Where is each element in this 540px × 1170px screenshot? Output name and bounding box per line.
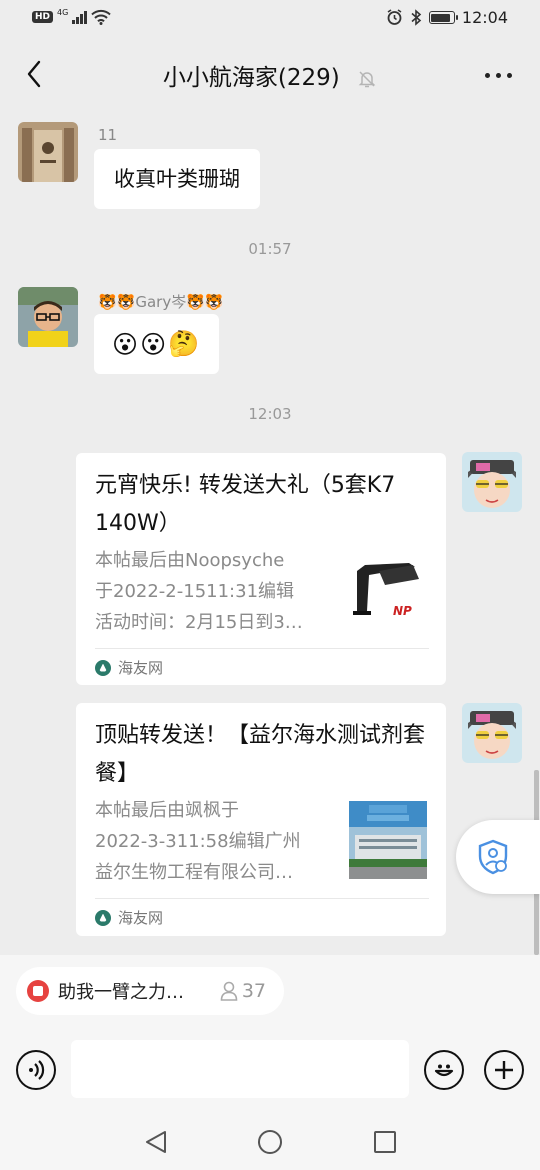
- voice-button[interactable]: [16, 1050, 56, 1090]
- person-icon: [220, 981, 238, 1001]
- sender-name: 11: [98, 126, 118, 144]
- voice-icon: [29, 1060, 45, 1080]
- bluetooth-icon: [411, 9, 422, 26]
- shield-icon: [478, 839, 508, 875]
- avatar-image: [18, 122, 78, 182]
- plus-button[interactable]: [484, 1050, 524, 1090]
- chat-title-wrap: 小小航海家(229): [0, 58, 540, 92]
- my-avatar[interactable]: [462, 703, 522, 763]
- card-divider: [95, 898, 429, 899]
- timestamp: 01:57: [248, 240, 292, 258]
- more-dots-icon: [484, 72, 490, 78]
- nav-home-button[interactable]: [256, 1128, 284, 1156]
- participant-count: 37: [220, 980, 266, 1002]
- signal-icon: [72, 10, 88, 24]
- floating-security-button[interactable]: [456, 820, 540, 894]
- link-card[interactable]: 顶贴转发送！【益尔海水测试剂套餐】 本帖最后由飒枫于 2022-3-311:58…: [76, 703, 446, 936]
- svg-text:NP: NP: [393, 604, 412, 618]
- surprised-emoji-icon: 😮: [140, 329, 167, 359]
- chat-title: 小小航海家(229): [162, 65, 340, 91]
- avatar-image: [18, 287, 78, 347]
- chat-header: 小小航海家(229): [0, 40, 540, 108]
- timestamp: 12:03: [248, 405, 292, 423]
- system-nav-bar: [0, 1110, 540, 1170]
- alarm-icon: [387, 9, 402, 25]
- card-title: 元宵快乐! 转发送大礼（5套K7 140W）: [95, 473, 396, 536]
- emoji-bubble[interactable]: 😮 😮 🤔: [94, 314, 219, 374]
- nav-back-button[interactable]: [142, 1128, 170, 1156]
- avatar[interactable]: [18, 287, 78, 347]
- gift-icon: [27, 980, 49, 1002]
- smiley-icon: [434, 1064, 454, 1077]
- bell-off-icon: [358, 70, 376, 87]
- triangle-back-icon: [146, 1131, 166, 1153]
- card-thumbnail: NP: [349, 553, 427, 631]
- plus-icon: [495, 1061, 513, 1079]
- card-source: 海友网: [95, 657, 163, 678]
- clock: 12:04: [461, 8, 508, 27]
- status-left: HD 4G: [32, 7, 112, 25]
- message-input[interactable]: [71, 1040, 409, 1098]
- card-source: 海友网: [95, 907, 163, 928]
- status-right: 12:04: [386, 8, 508, 27]
- thinking-emoji-icon: 🤔: [168, 329, 200, 358]
- emoji-button[interactable]: [424, 1050, 464, 1090]
- square-recents-icon: [374, 1131, 396, 1153]
- message-bubble[interactable]: 收真叶类珊瑚: [94, 149, 260, 209]
- card-title: 顶贴转发送！【益尔海水测试剂套餐】: [95, 723, 426, 786]
- my-avatar[interactable]: [462, 452, 522, 512]
- card-description: 本帖最后由Noopsyche 于2022-2-1511:31编辑 活动时间：2月…: [95, 550, 303, 633]
- hd-badge: HD: [32, 11, 54, 23]
- card-source-name: 海友网: [118, 909, 164, 927]
- chip-label: 助我一臂之力…: [58, 982, 184, 1003]
- wifi-icon: [91, 9, 112, 25]
- lamp-image: NP: [349, 553, 427, 631]
- sender-name: 🐯🐯Gary岑🐯🐯: [98, 293, 224, 311]
- surprised-emoji-icon: 😮: [112, 329, 139, 359]
- avatar-image: [462, 703, 522, 763]
- card-description: 本帖最后由飒枫于 2022-3-311:58编辑广州 益尔生物工程有限公司…: [95, 800, 301, 883]
- avatar-image: [462, 452, 522, 512]
- avatar[interactable]: [18, 122, 78, 182]
- haiyou-logo-icon: [95, 659, 111, 676]
- card-divider: [95, 648, 429, 649]
- network-type: 4G: [57, 7, 69, 17]
- haiyou-logo-icon: [95, 909, 111, 926]
- mini-program-chip[interactable]: 助我一臂之力… 37: [16, 967, 284, 1015]
- more-button[interactable]: [478, 60, 518, 90]
- card-thumbnail: [349, 801, 427, 879]
- circle-home-icon: [258, 1130, 282, 1154]
- nav-recents-button[interactable]: [371, 1128, 399, 1156]
- building-image: [349, 801, 427, 879]
- card-source-name: 海友网: [118, 659, 164, 677]
- status-bar: HD 4G 12:04: [0, 0, 540, 38]
- input-bar: [0, 1040, 540, 1100]
- battery-icon: [428, 11, 458, 24]
- link-card[interactable]: 元宵快乐! 转发送大礼（5套K7 140W） 本帖最后由Noopsyche 于2…: [76, 453, 446, 685]
